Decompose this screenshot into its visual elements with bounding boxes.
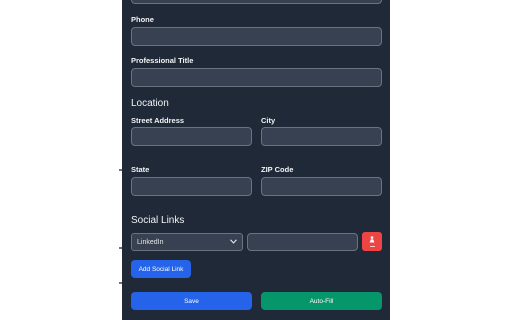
professional-title-label: Professional Title (131, 56, 194, 65)
street-address-label: Street Address (131, 116, 185, 125)
state-input[interactable] (131, 177, 252, 196)
remove-social-link-button[interactable] (362, 232, 382, 251)
chevron-down-icon (230, 238, 237, 246)
street-address-input[interactable] (131, 127, 252, 146)
social-platform-value: LinkedIn (137, 238, 164, 246)
save-button[interactable]: Save (131, 292, 252, 310)
social-url-input[interactable] (247, 233, 358, 251)
state-label: State (131, 165, 150, 174)
professional-title-input[interactable] (131, 68, 382, 87)
city-input[interactable] (261, 127, 382, 146)
profile-form-panel: Phone Professional Title Location Street… (122, 0, 390, 320)
dash-icon (369, 246, 375, 247)
auto-fill-button[interactable]: Auto-Fill (261, 292, 382, 310)
social-links-heading: Social Links (131, 215, 185, 226)
phone-input[interactable] (131, 27, 382, 46)
previous-field-input[interactable] (131, 0, 382, 4)
zip-code-input[interactable] (261, 177, 382, 196)
location-heading: Location (131, 98, 169, 109)
zip-code-label: ZIP Code (261, 165, 294, 174)
city-label: City (261, 116, 276, 125)
person-icon (369, 236, 375, 245)
phone-label: Phone (131, 15, 154, 24)
add-social-link-button[interactable]: Add Social Link (131, 260, 191, 278)
social-platform-select[interactable]: LinkedIn (131, 233, 243, 251)
